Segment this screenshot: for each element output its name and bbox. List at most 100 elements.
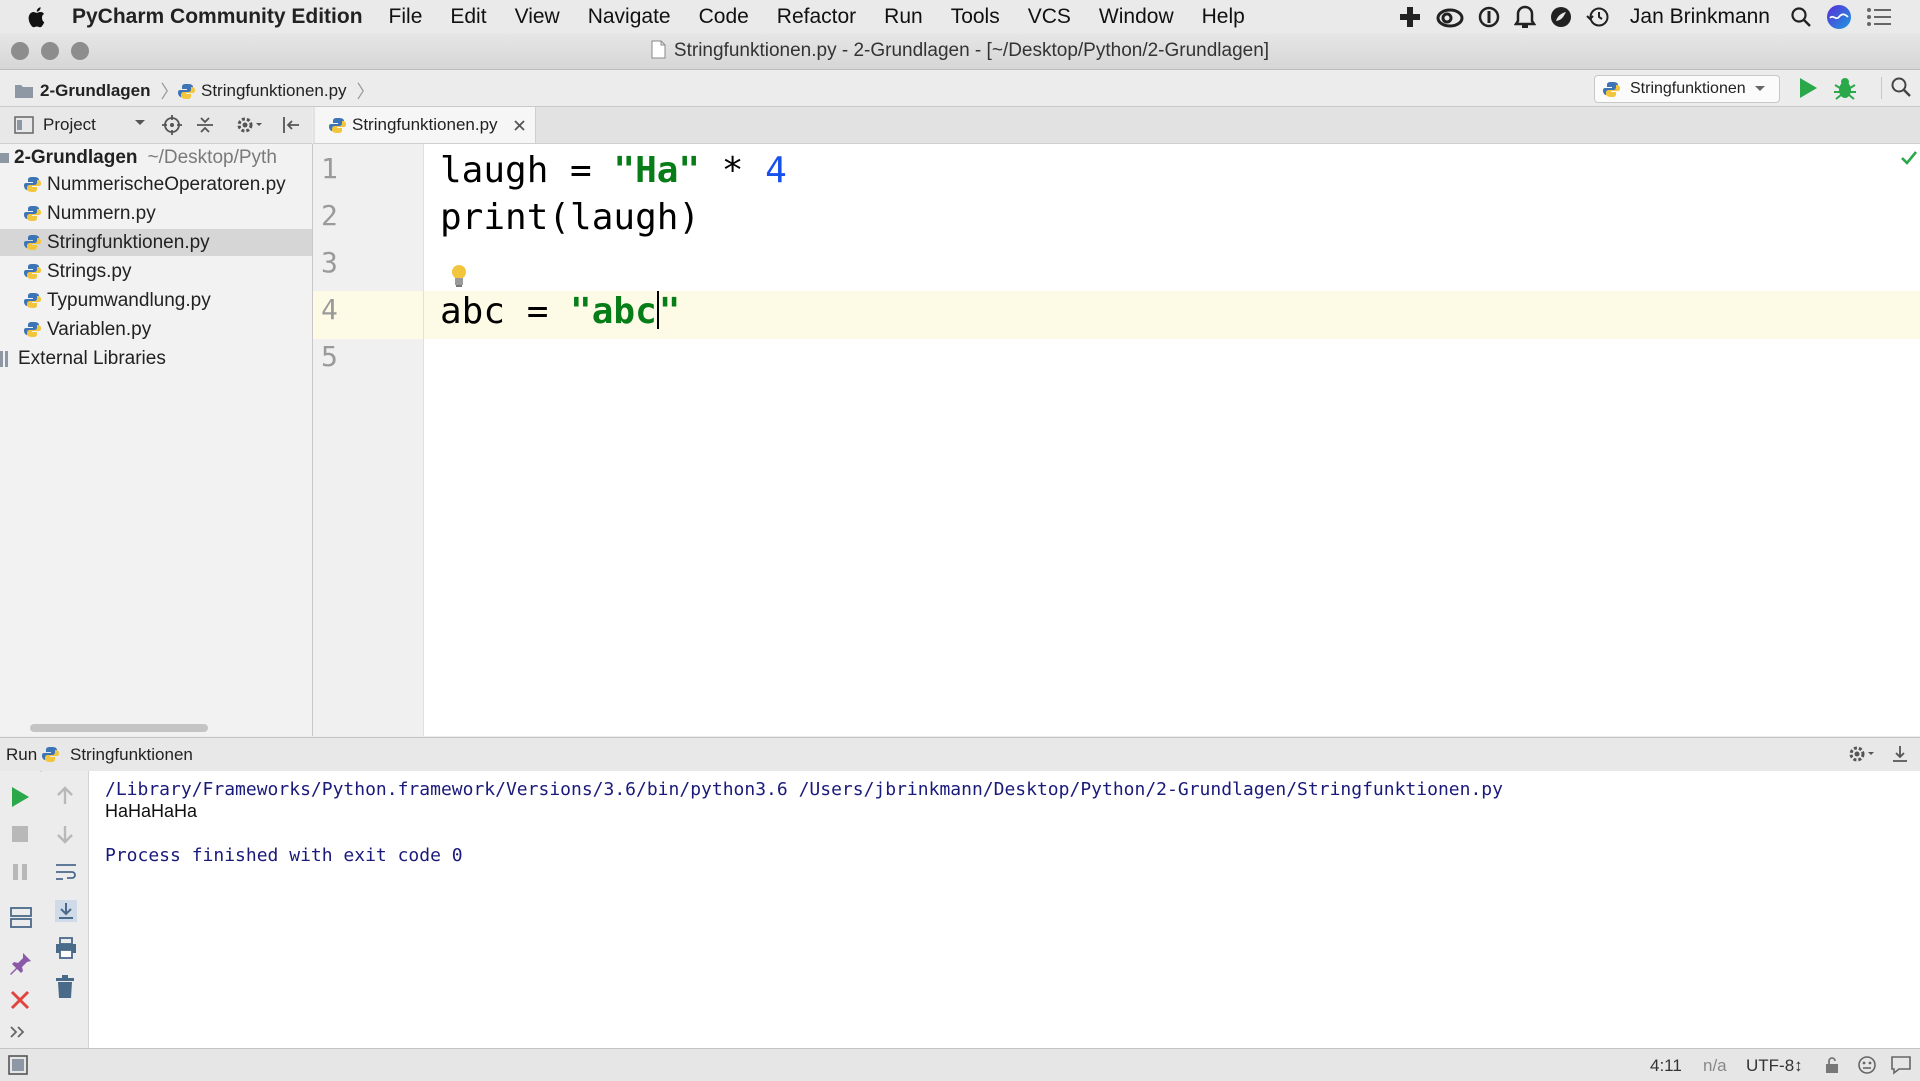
scroll-to-end-icon[interactable]: [54, 899, 78, 923]
tree-file-nummern[interactable]: Nummern.py: [0, 200, 312, 227]
user-name[interactable]: Jan Brinkmann: [1630, 5, 1770, 29]
scroll-from-source-icon[interactable]: [162, 115, 182, 135]
run-toolbar-secondary: [42, 771, 89, 1048]
console-output-line: HaHaHaHa: [105, 801, 198, 821]
spotlight-search-icon[interactable]: [1790, 6, 1812, 28]
run-button[interactable]: [1797, 76, 1819, 100]
tree-file-label: Strings.py: [47, 260, 132, 282]
breadcrumb-file[interactable]: Stringfunktionen.py 〉: [178, 78, 375, 104]
rerun-button[interactable]: [9, 785, 33, 809]
menu-file[interactable]: File: [389, 5, 423, 29]
chevron-down-icon[interactable]: [134, 119, 146, 127]
line-number: 1: [321, 152, 338, 185]
window-title-text: Stringfunktionen.py - 2-Grundlagen - [~/…: [673, 40, 1270, 61]
python-file-icon: [24, 205, 41, 222]
time-machine-icon[interactable]: [1586, 6, 1610, 28]
scroll-down-icon[interactable]: [54, 823, 78, 847]
soft-wrap-icon[interactable]: [54, 861, 78, 885]
run-console-output[interactable]: /Library/Frameworks/Python.framework/Ver…: [89, 771, 1920, 1048]
python-file-icon: [1603, 81, 1620, 98]
debug-bug-icon[interactable]: [1832, 75, 1858, 101]
file-encoding[interactable]: UTF-8↕: [1746, 1056, 1803, 1076]
expand-arrow-icon[interactable]: [0, 151, 10, 165]
editor-gutter: 1 2 3 4 5: [313, 144, 424, 736]
apple-icon[interactable]: [28, 6, 48, 28]
hide-panel-icon[interactable]: [281, 115, 301, 135]
close-run-panel-icon[interactable]: [9, 989, 33, 1013]
pin-tab-icon[interactable]: [9, 951, 33, 975]
tree-file-label: Stringfunktionen.py: [47, 231, 210, 253]
leaf-icon[interactable]: [1550, 6, 1572, 28]
menu-tools[interactable]: Tools: [951, 5, 1000, 29]
code-string: "Ha": [613, 150, 701, 191]
tab-stringfunktionen[interactable]: Stringfunktionen.py: [315, 107, 536, 143]
gear-icon[interactable]: [236, 115, 264, 135]
line-separator-status[interactable]: n/a: [1703, 1056, 1727, 1076]
creative-cloud-icon[interactable]: [1436, 6, 1464, 28]
tree-file-nummerischeoperatoren[interactable]: NummerischeOperatoren.py: [0, 171, 312, 198]
python-file-icon: [24, 321, 41, 338]
folder-icon: [14, 83, 34, 99]
more-tools-icon[interactable]: [9, 1025, 33, 1049]
hide-panel-icon[interactable]: [1890, 744, 1910, 764]
lock-icon[interactable]: [1824, 1056, 1840, 1074]
menu-window[interactable]: Window: [1099, 5, 1174, 29]
tree-file-strings[interactable]: Strings.py: [0, 258, 312, 285]
tree-file-label: Variablen.py: [47, 318, 152, 340]
code-editor[interactable]: laugh = "Ha" * 4 print(laugh) abc = "abc…: [424, 144, 1920, 736]
breadcrumb-file-label: Stringfunktionen.py: [201, 81, 347, 100]
python-file-icon: [42, 746, 1920, 763]
notification-center-icon[interactable]: [1866, 7, 1892, 27]
pause-button[interactable]: [9, 861, 33, 885]
run-configuration-label: Stringfunktionen: [1630, 80, 1746, 97]
scroll-up-icon[interactable]: [54, 785, 78, 809]
inspection-ok-checkmark-icon[interactable]: [1900, 150, 1918, 166]
mac-menu-bar: PyCharm Community Edition File Edit View…: [0, 0, 1920, 33]
line-number: 2: [321, 199, 338, 232]
lightbulb-icon[interactable]: [450, 264, 468, 288]
toggle-tool-windows-icon[interactable]: [8, 1055, 28, 1075]
tree-file-stringfunktionen[interactable]: Stringfunktionen.py: [0, 229, 312, 256]
menu-code[interactable]: Code: [699, 5, 749, 29]
horizontal-scrollbar[interactable]: [30, 724, 208, 732]
menu-vcs[interactable]: VCS: [1028, 5, 1071, 29]
password-manager-icon[interactable]: [1478, 6, 1500, 28]
menu-refactor[interactable]: Refactor: [777, 5, 856, 29]
plus-extension-icon[interactable]: [1398, 5, 1422, 29]
collapse-all-icon[interactable]: [195, 115, 215, 135]
breadcrumb-project[interactable]: 2-Grundlagen 〉: [14, 78, 179, 104]
inspector-face-icon[interactable]: [1857, 1055, 1877, 1075]
breadcrumb-separator-icon: 〉: [160, 82, 179, 102]
app-name-menu[interactable]: PyCharm Community Edition: [72, 5, 363, 29]
project-view-label[interactable]: Project: [43, 115, 96, 135]
navigation-bar: 2-Grundlagen 〉 Stringfunktionen.py 〉 Str…: [0, 70, 1920, 107]
menu-run[interactable]: Run: [884, 5, 923, 29]
caret-position[interactable]: 4:11: [1650, 1056, 1682, 1076]
tree-external-libraries[interactable]: External Libraries: [0, 345, 312, 372]
run-panel-label[interactable]: Run: [6, 745, 37, 765]
run-panel-config[interactable]: Stringfunktionen: [70, 745, 193, 765]
siri-icon[interactable]: [1826, 4, 1852, 30]
menu-navigate[interactable]: Navigate: [588, 5, 671, 29]
code-token: *: [700, 150, 766, 191]
window-title: Stringfunktionen.py - 2-Grundlagen - [~/…: [0, 40, 1920, 62]
event-log-icon[interactable]: [1890, 1055, 1912, 1075]
bell-icon[interactable]: [1513, 5, 1536, 29]
close-tab-icon[interactable]: [513, 119, 525, 131]
project-panel-header: Project: [0, 107, 312, 144]
gear-icon[interactable]: [1848, 744, 1876, 764]
print-icon[interactable]: [54, 937, 78, 961]
restore-layout-icon[interactable]: [9, 905, 33, 929]
search-everywhere-icon[interactable]: [1890, 76, 1912, 98]
clear-all-trash-icon[interactable]: [54, 975, 78, 999]
tree-root-folder[interactable]: 2-Grundlagen ~/Desktop/Pyth: [0, 144, 312, 171]
menu-view[interactable]: View: [515, 5, 560, 29]
stop-button[interactable]: [9, 823, 33, 847]
menu-help[interactable]: Help: [1202, 5, 1245, 29]
tree-file-typumwandlung[interactable]: Typumwandlung.py: [0, 287, 312, 314]
window-title-bar: Stringfunktionen.py - 2-Grundlagen - [~/…: [0, 33, 1920, 70]
tree-file-variablen[interactable]: Variablen.py: [0, 316, 312, 343]
run-configuration-dropdown[interactable]: Stringfunktionen: [1594, 75, 1780, 103]
breadcrumb-separator-icon: 〉: [356, 82, 375, 102]
menu-edit[interactable]: Edit: [450, 5, 486, 29]
